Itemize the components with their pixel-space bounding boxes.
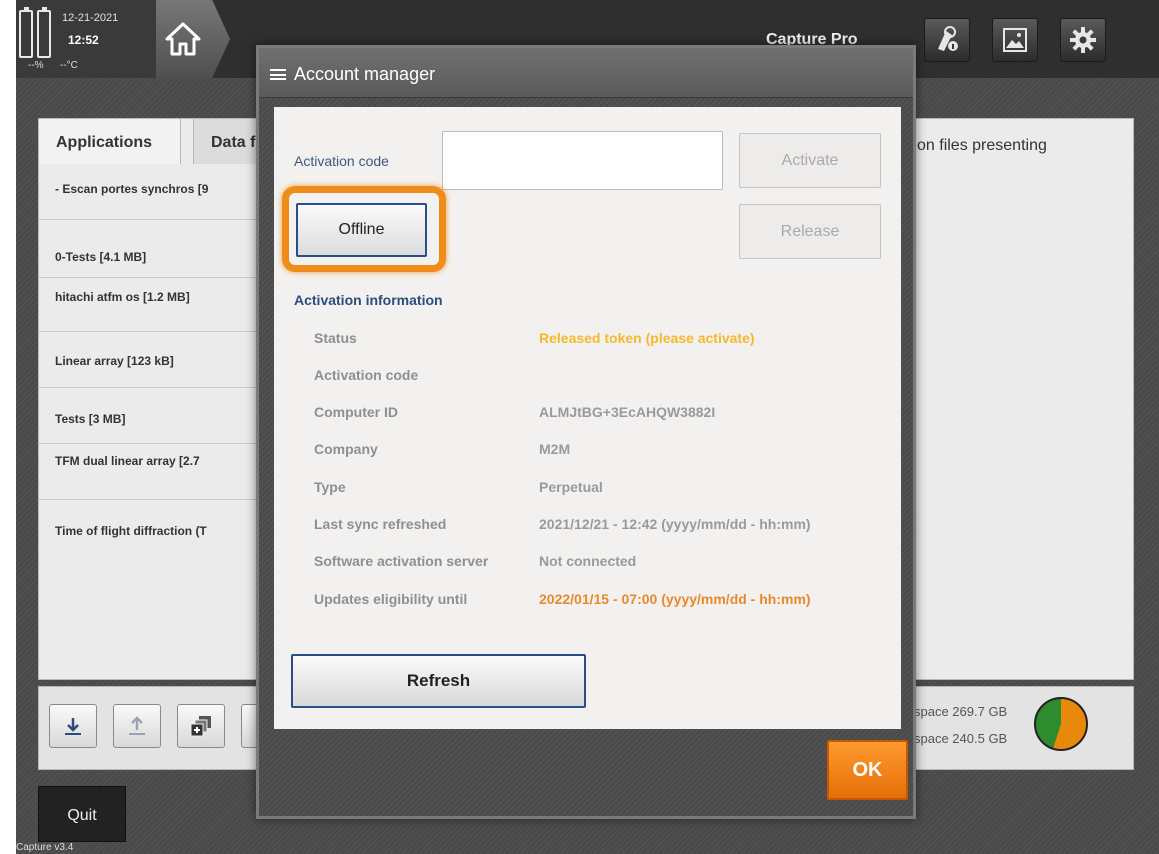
info-label: Software activation server [314, 553, 489, 569]
info-value: Released token (please activate) [539, 330, 755, 346]
list-item[interactable]: 0-Tests [4.1 MB] [39, 220, 263, 278]
info-label: Last sync refreshed [314, 516, 447, 532]
tab-applications[interactable]: Applications [38, 118, 181, 164]
ok-button[interactable]: OK [827, 740, 908, 800]
status-date: 12-21-2021 [62, 12, 119, 24]
activation-code-label: Activation code [294, 153, 389, 169]
info-value: 2021/12/21 - 12:42 (yyyy/mm/dd - hh:mm) [539, 516, 811, 532]
list-item[interactable]: Linear array [123 kB] [39, 332, 263, 388]
used-space-label: space 240.5 GB [914, 731, 1008, 746]
status-time: 12:52 [68, 33, 99, 47]
info-label: Activation code [314, 367, 419, 383]
list-item[interactable]: Tests [3 MB] [39, 388, 263, 444]
info-label: Computer ID [314, 404, 398, 420]
dialog-title: Account manager [294, 64, 436, 84]
version-label: Capture v3.4 [16, 842, 74, 853]
download-icon [65, 718, 81, 735]
dialog-header: Account manager [259, 48, 913, 98]
storage-pie-chart [1034, 697, 1088, 751]
release-button[interactable]: Release [739, 204, 881, 259]
upload-button[interactable] [113, 704, 161, 748]
temperature: --°C [60, 60, 78, 71]
list-item[interactable]: - Escan portes synchros [9 [39, 164, 263, 220]
quit-button[interactable]: Quit [38, 786, 126, 842]
info-value: M2M [539, 441, 571, 457]
info-value: Not connected [539, 553, 637, 569]
info-row-company: Company M2M [314, 441, 570, 461]
info-label: Updates eligibility until [314, 591, 468, 607]
list-item[interactable]: hitachi atfm os [1.2 MB] [39, 278, 263, 332]
home-button[interactable] [156, 0, 230, 78]
battery-icon [37, 7, 51, 58]
info-value: 2022/01/15 - 07:00 (yyyy/mm/dd - hh:mm) [539, 591, 811, 607]
info-value: ALMJtBG+3EcAHQW3882I [539, 404, 716, 420]
offline-button[interactable]: Offline [296, 203, 427, 257]
duplicate-icon [190, 716, 211, 737]
info-row-activation-server: Software activation server Not connected [314, 553, 636, 573]
info-row-computer-id: Computer ID ALMJtBG+3EcAHQW3882I [314, 404, 715, 424]
applications-list: - Escan portes synchros [9 0-Tests [4.1 … [39, 164, 263, 556]
activation-info-heading: Activation information [294, 292, 443, 308]
list-item[interactable]: TFM dual linear array [2.7 [39, 444, 263, 500]
image-icon [1003, 28, 1027, 52]
battery-icon [19, 7, 33, 58]
user-info-button[interactable] [924, 18, 970, 62]
account-manager-dialog: Account manager Activation code Activate… [256, 45, 916, 819]
user-info-icon [938, 26, 958, 51]
app-window: 12-21-2021 12:52 --% --°C Capture Pro Ap… [16, 0, 1159, 854]
info-row-activation-code: Activation code [314, 367, 418, 387]
info-label: Company [314, 441, 378, 457]
info-row-status: Status Released token (please activate) [314, 330, 755, 350]
duplicate-button[interactable] [177, 704, 225, 748]
image-button[interactable] [992, 18, 1038, 62]
dialog-body: Activation code Activate Offline Release… [274, 107, 901, 729]
info-row-type: Type Perpetual [314, 479, 603, 499]
free-space-label: space 269.7 GB [914, 704, 1008, 719]
gear-icon [1070, 27, 1096, 53]
info-row-updates-eligibility: Updates eligibility until 2022/01/15 - 0… [314, 591, 811, 611]
details-panel: on files presenting [906, 118, 1134, 680]
info-value: Perpetual [539, 479, 603, 495]
settings-button[interactable] [1060, 18, 1106, 62]
battery-percent: --% [28, 60, 44, 71]
status-block: 12-21-2021 12:52 --% --°C [16, 0, 156, 78]
home-icon [165, 22, 201, 56]
menu-icon[interactable] [270, 69, 286, 80]
list-item[interactable]: Time of flight diffraction (T [39, 500, 263, 556]
activate-button[interactable]: Activate [739, 133, 881, 188]
info-label: Type [314, 479, 346, 495]
info-label: Status [314, 330, 357, 346]
info-row-last-sync: Last sync refreshed 2021/12/21 - 12:42 (… [314, 516, 811, 536]
activation-code-input[interactable] [442, 131, 723, 190]
refresh-button[interactable]: Refresh [291, 654, 586, 708]
download-button[interactable] [49, 704, 97, 748]
details-text: on files presenting [917, 137, 1047, 154]
upload-icon [129, 716, 145, 735]
